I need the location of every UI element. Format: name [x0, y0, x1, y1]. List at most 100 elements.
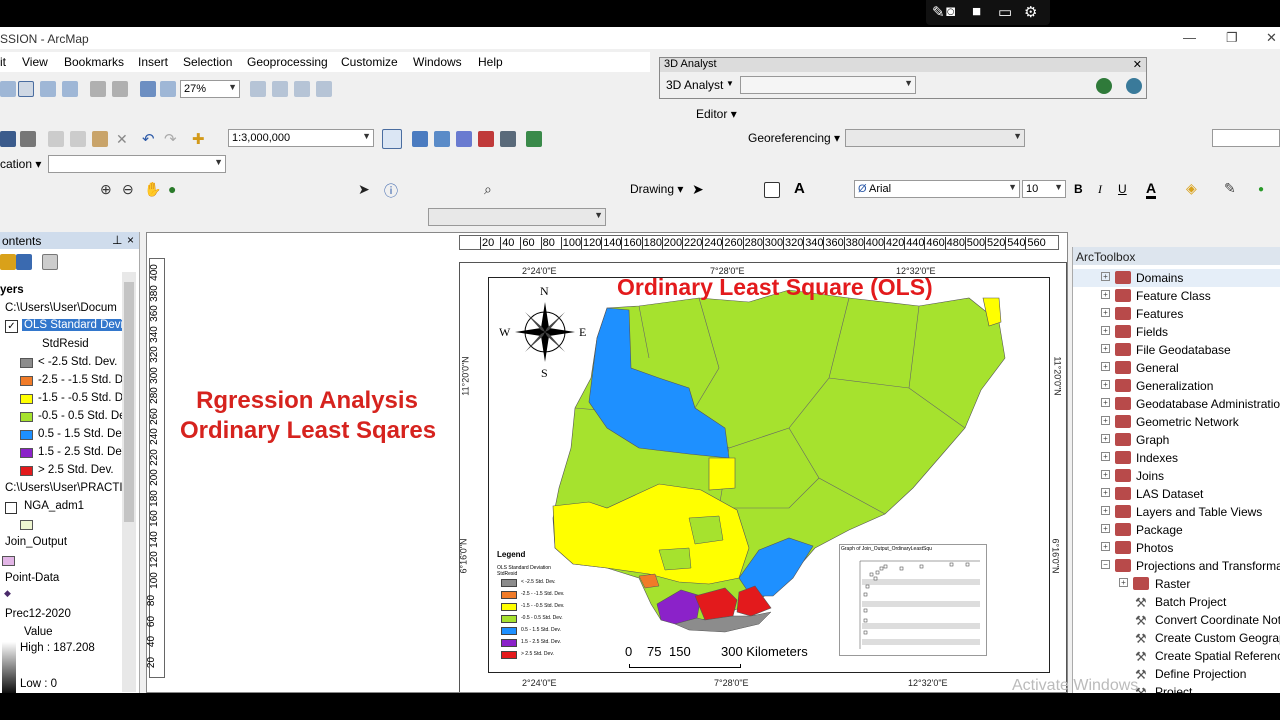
globe-icon[interactable]: ●	[168, 181, 176, 197]
table-of-contents-icon[interactable]	[412, 131, 428, 147]
maximize-icon[interactable]: ❐	[1226, 30, 1238, 46]
georeferencing-dropdown[interactable]: Georeferencing ▾	[748, 131, 840, 145]
toolbox-item[interactable]: + File Geodatabase	[1073, 341, 1280, 359]
zoom-in-icon[interactable]	[0, 81, 16, 97]
fixed-zoom-icon[interactable]	[62, 81, 78, 97]
menu-windows[interactable]: Windows	[413, 55, 462, 69]
expand-icon[interactable]: +	[1101, 326, 1110, 335]
menu-geoprocessing[interactable]: Geoprocessing	[247, 55, 328, 69]
change-layout-icon[interactable]	[294, 81, 310, 97]
toolbox-item[interactable]: + Feature Class	[1073, 287, 1280, 305]
georef-layer-select[interactable]: ▼	[845, 129, 1025, 147]
focus-frame-icon[interactable]	[272, 81, 288, 97]
search-window-icon[interactable]	[456, 131, 472, 147]
toolbox-item[interactable]: + Geometric Network	[1073, 413, 1280, 431]
paste-icon[interactable]	[92, 131, 108, 147]
toolbox-item[interactable]: − Projections and Transformations	[1073, 557, 1280, 575]
expand-icon[interactable]: +	[1101, 434, 1110, 443]
3d-layer-select[interactable]: ▼	[740, 76, 916, 94]
expand-icon[interactable]: +	[1101, 290, 1110, 299]
back-extent-icon[interactable]	[140, 81, 156, 97]
expand-icon[interactable]: +	[1101, 272, 1110, 281]
print-icon[interactable]	[20, 131, 36, 147]
layer-point-data[interactable]: Point-Data	[5, 572, 59, 584]
toolbox-item[interactable]: + Joins	[1073, 467, 1280, 485]
close-icon[interactable]: ✕	[1133, 58, 1142, 71]
menu-edit[interactable]: it	[0, 55, 6, 69]
zoom-percent-select[interactable]: 27% ▼	[180, 80, 240, 98]
underline-button[interactable]: U	[1118, 182, 1127, 196]
toggle-draft-icon[interactable]	[250, 81, 266, 97]
line-color-icon[interactable]: ✎	[1224, 180, 1236, 197]
new-text-icon[interactable]: A	[794, 180, 805, 197]
video-icon[interactable]: ■	[972, 3, 981, 20]
active-layer-ols[interactable]: OLS Standard Devi	[22, 319, 126, 331]
save-icon[interactable]	[0, 131, 16, 147]
expand-icon[interactable]: +	[1101, 524, 1110, 533]
camera-icon[interactable]: ◙	[946, 3, 955, 20]
expand-icon[interactable]: +	[1101, 380, 1110, 389]
pan-icon[interactable]	[18, 81, 34, 97]
data-driven-pages-icon[interactable]	[316, 81, 332, 97]
arcscene-icon[interactable]	[1096, 78, 1112, 94]
pin-icon[interactable]: ⊥	[112, 233, 122, 247]
expand-icon[interactable]: −	[1101, 560, 1110, 569]
copy-icon[interactable]	[70, 131, 86, 147]
toolbox-item[interactable]: + Package	[1073, 521, 1280, 539]
layers-group[interactable]: yers	[0, 284, 24, 296]
undo-icon[interactable]: ↶	[142, 130, 155, 148]
editor-dropdown[interactable]: Editor ▾	[696, 107, 737, 121]
3d-analyst-dropdown[interactable]: 3D Analyst	[666, 78, 723, 92]
toolbox-item[interactable]: + Layers and Table Views	[1073, 503, 1280, 521]
minimize-icon[interactable]: —	[1183, 30, 1196, 45]
zoom-whole-page-icon[interactable]	[90, 81, 106, 97]
layer-prec12-2020[interactable]: Prec12-2020	[5, 608, 71, 620]
menu-view[interactable]: View	[22, 55, 48, 69]
zoom-100-icon[interactable]	[112, 81, 128, 97]
expand-icon[interactable]: +	[1101, 416, 1110, 425]
expand-icon[interactable]: +	[1119, 578, 1128, 587]
arcglobe-icon[interactable]	[1126, 78, 1142, 94]
identify-icon[interactable]: ⓘ	[384, 181, 398, 201]
toolbox-item[interactable]: + Domains	[1073, 269, 1280, 287]
layer-visibility-checkbox[interactable]	[5, 502, 17, 514]
find-icon[interactable]: ⌕	[484, 181, 492, 198]
expand-icon[interactable]: +	[1101, 470, 1110, 479]
expand-icon[interactable]: +	[1101, 506, 1110, 515]
toolbox-item[interactable]: + Generalization	[1073, 377, 1280, 395]
list-by-drawing-order-icon[interactable]	[0, 254, 16, 270]
cut-icon[interactable]	[48, 131, 64, 147]
pan-tool-icon[interactable]: ✋	[144, 181, 161, 198]
data-frame[interactable]: Ordinary Least Square (OLS) N S W E Lege…	[488, 274, 1050, 673]
expand-icon[interactable]: +	[1101, 362, 1110, 371]
model-builder-icon[interactable]	[526, 131, 542, 147]
expand-icon[interactable]: +	[1101, 344, 1110, 353]
redo-icon[interactable]: ↷	[164, 130, 177, 148]
layout-view[interactable]: 20 40 60 80 100 120 140 160 180 200 220 240 260 280 30…	[146, 232, 1068, 693]
toolbox-item[interactable]: + Features	[1073, 305, 1280, 323]
close-icon[interactable]: ✕	[1266, 30, 1277, 46]
layer-join-output[interactable]: Join_Output	[5, 536, 67, 548]
select-elements-icon[interactable]: ➤	[692, 181, 704, 198]
toc-scrollbar[interactable]	[122, 272, 136, 692]
arctoolbox-icon[interactable]	[478, 131, 494, 147]
menu-selection[interactable]: Selection	[183, 55, 232, 69]
rectangle-icon[interactable]	[764, 182, 780, 198]
menu-bookmarks[interactable]: Bookmarks	[64, 55, 124, 69]
toolbox-item[interactable]: + General	[1073, 359, 1280, 377]
expand-icon[interactable]: +	[1101, 398, 1110, 407]
close-icon[interactable]: ×	[127, 233, 134, 247]
options-icon[interactable]	[42, 254, 58, 270]
select-features-icon[interactable]: ➤	[358, 181, 370, 198]
zoom-out-tool-icon[interactable]: ⊖	[122, 181, 134, 198]
catalog-icon[interactable]	[434, 131, 450, 147]
secondary-select[interactable]: ▼	[428, 208, 606, 226]
location-dropdown[interactable]: cation ▾	[0, 157, 41, 171]
expand-icon[interactable]: +	[1101, 308, 1110, 317]
toolbox-item[interactable]: + Indexes	[1073, 449, 1280, 467]
font-size-select[interactable]: 10 ▼	[1022, 180, 1066, 198]
full-extent-icon[interactable]	[40, 81, 56, 97]
font-color-button[interactable]: A	[1146, 180, 1157, 199]
expand-icon[interactable]: +	[1101, 542, 1110, 551]
zoom-in-tool-icon[interactable]: ⊕	[100, 181, 112, 198]
